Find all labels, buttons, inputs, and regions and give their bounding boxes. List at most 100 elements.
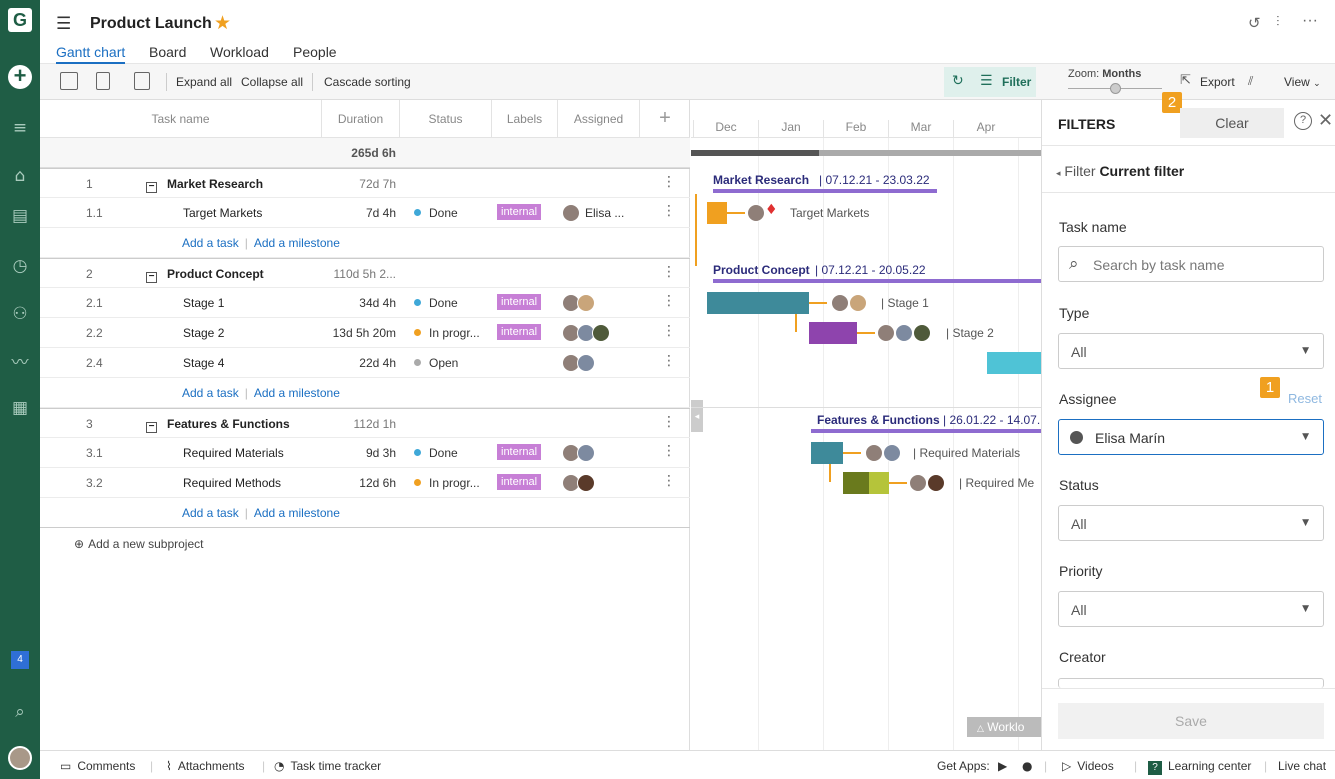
apple-icon[interactable]: ● [1022, 759, 1032, 773]
tab-people[interactable]: People [293, 44, 337, 60]
collapse-all-button[interactable]: Collapse all [241, 75, 303, 89]
filter-breadcrumb[interactable]: ◂ Filter Current filter [1056, 163, 1184, 179]
row-menu-icon[interactable]: ⋮ [662, 293, 676, 309]
label-badge[interactable]: internal [497, 474, 542, 490]
assignees[interactable] [562, 324, 610, 342]
group-bar[interactable] [811, 429, 1041, 433]
projects-icon[interactable]: ▤ [8, 204, 32, 228]
app-logo[interactable]: G [8, 8, 32, 32]
zoom-slider-handle[interactable] [1110, 83, 1121, 94]
task-search-input[interactable]: ⌕ Search by task name [1058, 246, 1324, 282]
project-summary-bar[interactable] [691, 150, 819, 156]
expand-all-button[interactable]: Expand all [176, 75, 232, 89]
learning-center-button[interactable]: ? Learning center [1148, 759, 1251, 775]
label-badge[interactable]: internal [497, 204, 542, 220]
tab-board[interactable]: Board [149, 44, 186, 60]
col-header-task[interactable]: Task name [40, 100, 322, 138]
task-name[interactable]: Required Methods [183, 476, 281, 490]
row-menu-icon[interactable]: ⋮ [662, 353, 676, 369]
creator-select[interactable] [1058, 678, 1324, 688]
home-icon[interactable]: ⌂ [8, 164, 32, 188]
task-status[interactable]: Done [414, 206, 458, 220]
close-icon[interactable]: ✕ [1318, 110, 1333, 131]
task-bar-required-materials[interactable] [811, 442, 843, 464]
task-name[interactable]: − Features & Functions [146, 417, 290, 433]
gantt-group-title[interactable]: Product Concept [713, 263, 810, 277]
add-task-link[interactable]: Add a task [182, 386, 239, 400]
cascade-sorting-button[interactable]: Cascade sorting [324, 75, 411, 89]
gantt-group-title[interactable]: Market Research [713, 173, 809, 187]
row-menu-icon[interactable]: ⋮ [662, 414, 676, 430]
more-options-icon[interactable]: ··· [1302, 12, 1318, 30]
attachments-button[interactable]: ⌇ Attachments [166, 759, 245, 773]
table-row[interactable]: 3 − Features & Functions 112d 1h ⋮ [40, 408, 690, 438]
task-status[interactable]: Done [414, 296, 458, 310]
row-menu-icon[interactable]: ⋮ [662, 323, 676, 339]
user-avatar[interactable] [8, 746, 32, 770]
time-tracker-button[interactable]: ◔ Task time tracker [274, 759, 381, 773]
notifications-icon[interactable]: 4 [11, 651, 29, 669]
group-bar[interactable] [713, 279, 1041, 283]
gantt-group-title[interactable]: Features & Functions [817, 413, 940, 427]
collapse-panel-handle[interactable]: ◂ [691, 400, 703, 432]
table-row[interactable]: 3.1 Required Materials 9d 3h Done intern… [40, 438, 690, 468]
task-name[interactable]: − Product Concept [146, 267, 264, 283]
export-button[interactable]: Export [1200, 75, 1235, 89]
add-milestone-link[interactable]: Add a milestone [254, 506, 340, 520]
task-bar-stage-2[interactable] [809, 322, 857, 344]
status-select[interactable]: All ▼ [1058, 505, 1324, 541]
add-task-link[interactable]: Add a task [182, 236, 239, 250]
task-bar-required-methods[interactable] [843, 472, 869, 494]
reset-link[interactable]: Reset [1288, 391, 1322, 406]
expand-menu-icon[interactable]: ≡ [8, 116, 32, 140]
label-badge[interactable]: internal [497, 444, 542, 460]
filter-button[interactable]: ↻ ☰ Filter [944, 67, 1036, 97]
settings-sliders-icon[interactable]: ⫶ [1276, 14, 1280, 30]
apps-grid-icon[interactable]: ▦ [8, 396, 32, 420]
assignees[interactable] [562, 474, 595, 492]
view-dropdown[interactable]: View ⌄ [1284, 75, 1321, 89]
label-badge[interactable]: internal [497, 324, 542, 340]
collapse-icon[interactable]: − [146, 272, 157, 283]
task-name[interactable]: − Market Research [146, 177, 263, 193]
search-icon[interactable]: ⌕ [8, 700, 32, 724]
table-row[interactable]: 2.1 Stage 1 34d 4h Done internal ⋮ [40, 288, 690, 318]
task-name[interactable]: Target Markets [183, 206, 262, 220]
row-menu-icon[interactable]: ⋮ [662, 473, 676, 489]
tab-gantt-chart[interactable]: Gantt chart [56, 44, 126, 64]
add-task-link[interactable]: Add a task [182, 506, 239, 520]
table-row[interactable]: 2.4 Stage 4 22d 4h Open ⋮ [40, 348, 690, 378]
time-icon[interactable]: ◷ [8, 254, 32, 278]
assignees[interactable]: Elisa ... [562, 204, 624, 222]
help-icon[interactable]: ? [1294, 112, 1312, 130]
group-bar[interactable] [713, 189, 937, 193]
col-header-assigned[interactable]: Assigned [558, 100, 640, 138]
row-menu-icon[interactable]: ⋮ [662, 203, 676, 219]
task-bar-target-markets[interactable] [707, 202, 727, 224]
collapse-icon[interactable]: − [146, 422, 157, 433]
task-status[interactable]: Done [414, 446, 458, 460]
refresh-icon[interactable]: ↻ [952, 73, 964, 89]
videos-button[interactable]: ▷ Videos [1062, 759, 1114, 773]
task-name[interactable]: Stage 2 [183, 326, 224, 340]
workload-toggle[interactable]: △ Worklo [967, 717, 1041, 737]
task-name[interactable]: Required Materials [183, 446, 284, 460]
outdent-icon[interactable] [60, 72, 78, 90]
assignee-select[interactable]: Elisa Marín ▼ [1058, 419, 1324, 455]
table-row[interactable]: 2 − Product Concept 110d 5h 2... ⋮ [40, 258, 690, 288]
task-status[interactable]: Open [414, 356, 458, 370]
label-badge[interactable]: internal [497, 294, 542, 310]
indent-icon[interactable] [96, 72, 110, 90]
task-status[interactable]: In progr... [414, 326, 480, 340]
row-menu-icon[interactable]: ⋮ [662, 174, 676, 190]
priority-select[interactable]: All ▼ [1058, 591, 1324, 627]
add-column-button[interactable]: + [640, 100, 690, 138]
reports-icon[interactable]: 〰 [8, 348, 32, 373]
create-new-icon[interactable]: + [8, 65, 32, 89]
assignees[interactable] [562, 294, 595, 312]
hierarchy-icon[interactable] [134, 72, 150, 90]
col-header-duration[interactable]: Duration [322, 100, 400, 138]
live-chat-button[interactable]: Live chat [1278, 759, 1326, 773]
type-select[interactable]: All ▼ [1058, 333, 1324, 369]
row-menu-icon[interactable]: ⋮ [662, 264, 676, 280]
